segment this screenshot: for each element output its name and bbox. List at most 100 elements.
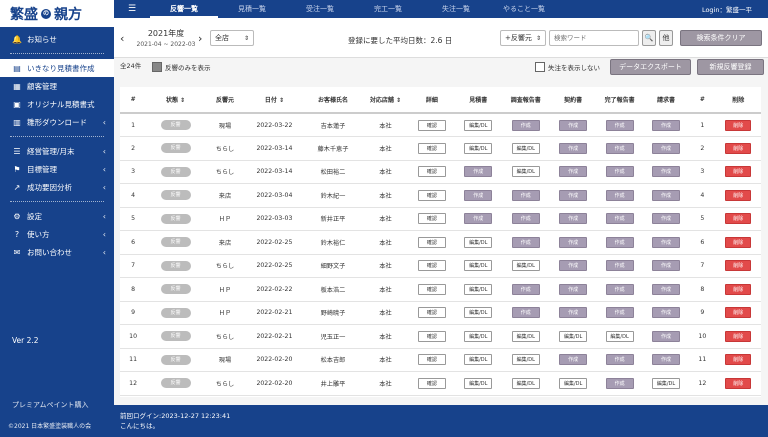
survey-button[interactable]: 編集/DL — [511, 166, 540, 178]
delete-button[interactable]: 削除 — [725, 213, 752, 225]
delete-button[interactable]: 削除 — [725, 189, 752, 201]
completion-report-button[interactable]: 作成 — [605, 189, 634, 201]
sidebar-item-9[interactable]: ? 使い方 ‹ — [0, 225, 114, 243]
detail-button[interactable]: 確認 — [417, 260, 446, 272]
tab-1[interactable]: 見積一覧 — [218, 0, 286, 18]
sidebar-item-4[interactable]: ▥ 雛形ダウンロード ‹ — [0, 113, 114, 131]
detail-button[interactable]: 確認 — [417, 354, 446, 366]
estimate-button[interactable]: 編集/DL — [464, 119, 493, 131]
sidebar-item-6[interactable]: ⚑ 目標管理 ‹ — [0, 160, 114, 178]
survey-button[interactable]: 編集/DL — [511, 377, 540, 389]
survey-button[interactable]: 作成 — [511, 189, 540, 201]
estimate-button[interactable]: 編集/DL — [464, 142, 493, 154]
invoice-button[interactable]: 作成 — [652, 189, 681, 201]
survey-button[interactable]: 編集/DL — [511, 330, 540, 342]
export-button[interactable]: データエクスポート — [610, 59, 691, 75]
invoice-button[interactable]: 編集/DL — [652, 377, 681, 389]
estimate-button[interactable]: 作成 — [464, 189, 493, 201]
contract-button[interactable]: 作成 — [559, 236, 588, 248]
detail-button[interactable]: 確認 — [417, 189, 446, 201]
completion-report-button[interactable]: 編集/DL — [605, 330, 634, 342]
invoice-button[interactable]: 作成 — [652, 213, 681, 225]
contract-button[interactable]: 作成 — [559, 283, 588, 295]
survey-button[interactable]: 編集/DL — [511, 142, 540, 154]
completion-report-button[interactable]: 作成 — [605, 166, 634, 178]
detail-button[interactable]: 確認 — [417, 283, 446, 295]
detail-button[interactable]: 確認 — [417, 236, 446, 248]
estimate-button[interactable]: 作成 — [464, 213, 493, 225]
premium-link[interactable]: プレミアムペイント購入 — [12, 400, 89, 410]
estimate-button[interactable]: 編集/DL — [464, 354, 493, 366]
estimate-button[interactable]: 作成 — [464, 166, 493, 178]
delete-button[interactable]: 削除 — [725, 307, 752, 319]
completion-report-button[interactable]: 作成 — [605, 236, 634, 248]
new-hankyo-button[interactable]: 新規反響登録 — [697, 59, 764, 75]
tab-2[interactable]: 受注一覧 — [286, 0, 354, 18]
invoice-button[interactable]: 作成 — [652, 236, 681, 248]
contract-button[interactable]: 作成 — [559, 142, 588, 154]
contract-button[interactable]: 作成 — [559, 189, 588, 201]
survey-button[interactable]: 作成 — [511, 213, 540, 225]
completion-report-button[interactable]: 作成 — [605, 354, 634, 366]
contract-button[interactable]: 作成 — [559, 166, 588, 178]
delete-button[interactable]: 削除 — [725, 354, 752, 366]
other-button[interactable]: 他 — [659, 30, 673, 46]
sort-select[interactable]: +反響元 ⇕ — [500, 30, 546, 46]
contract-button[interactable]: 編集/DL — [559, 330, 588, 342]
logo[interactable]: 繁盛 の 親方 — [0, 0, 114, 27]
contract-button[interactable]: 編集/DL — [559, 377, 588, 389]
completion-report-button[interactable]: 作成 — [605, 142, 634, 154]
delete-button[interactable]: 削除 — [725, 377, 752, 389]
delete-button[interactable]: 削除 — [725, 283, 752, 295]
estimate-button[interactable]: 編集/DL — [464, 307, 493, 319]
detail-button[interactable]: 確認 — [417, 330, 446, 342]
column-header[interactable]: 対応店舗 ⇕ — [362, 87, 409, 114]
completion-report-button[interactable]: 作成 — [605, 260, 634, 272]
estimate-button[interactable]: 編集/DL — [464, 260, 493, 272]
column-header[interactable]: 日付 ⇕ — [245, 87, 304, 114]
prev-year-arrow-icon[interactable]: ‹ — [120, 32, 124, 45]
invoice-button[interactable]: 作成 — [652, 119, 681, 131]
delete-button[interactable]: 削除 — [725, 119, 752, 131]
completion-report-button[interactable]: 作成 — [605, 307, 634, 319]
invoice-button[interactable]: 作成 — [652, 354, 681, 366]
contract-button[interactable]: 作成 — [559, 307, 588, 319]
invoice-button[interactable]: 作成 — [652, 166, 681, 178]
estimate-button[interactable]: 編集/DL — [464, 283, 493, 295]
sidebar-item-3[interactable]: ▣ オリジナル見積書式 — [0, 95, 114, 113]
tab-3[interactable]: 完工一覧 — [354, 0, 422, 18]
completion-report-button[interactable]: 作成 — [605, 283, 634, 295]
survey-button[interactable]: 作成 — [511, 119, 540, 131]
delete-button[interactable]: 削除 — [725, 142, 752, 154]
invoice-button[interactable]: 作成 — [652, 142, 681, 154]
sidebar-item-10[interactable]: ✉ お問い合わせ ‹ — [0, 243, 114, 261]
tab-0[interactable]: 反響一覧 — [150, 0, 218, 18]
detail-button[interactable]: 確認 — [417, 213, 446, 225]
estimate-button[interactable]: 編集/DL — [464, 330, 493, 342]
survey-button[interactable]: 作成 — [511, 236, 540, 248]
completion-report-button[interactable]: 作成 — [605, 213, 634, 225]
search-input[interactable] — [549, 30, 639, 46]
survey-button[interactable]: 編集/DL — [511, 260, 540, 272]
invoice-button[interactable]: 作成 — [652, 330, 681, 342]
invoice-button[interactable]: 作成 — [652, 260, 681, 272]
contract-button[interactable]: 作成 — [559, 260, 588, 272]
only-hankyo-checkbox[interactable]: 反響のみを表示 — [152, 62, 211, 72]
survey-button[interactable]: 作成 — [511, 283, 540, 295]
detail-button[interactable]: 確認 — [417, 166, 446, 178]
sidebar-item-0[interactable]: 🔔 お知らせ — [0, 30, 114, 48]
survey-button[interactable]: 編集/DL — [511, 354, 540, 366]
tab-5[interactable]: やること一覧 — [490, 0, 558, 18]
sidebar-item-7[interactable]: ↗ 成功要因分析 ‹ — [0, 178, 114, 196]
detail-button[interactable]: 確認 — [417, 307, 446, 319]
survey-button[interactable]: 作成 — [511, 307, 540, 319]
store-select[interactable]: 全店 ⇕ — [210, 30, 254, 46]
completion-report-button[interactable]: 作成 — [605, 119, 634, 131]
search-icon[interactable]: 🔍 — [642, 30, 656, 46]
contract-button[interactable]: 作成 — [559, 213, 588, 225]
contract-button[interactable]: 作成 — [559, 119, 588, 131]
sidebar-item-5[interactable]: ☰ 経営管理/月末 ‹ — [0, 142, 114, 160]
sidebar-item-1[interactable]: ▤ いきなり見積書作成 — [0, 59, 114, 77]
completion-report-button[interactable]: 作成 — [605, 377, 634, 389]
detail-button[interactable]: 確認 — [417, 142, 446, 154]
